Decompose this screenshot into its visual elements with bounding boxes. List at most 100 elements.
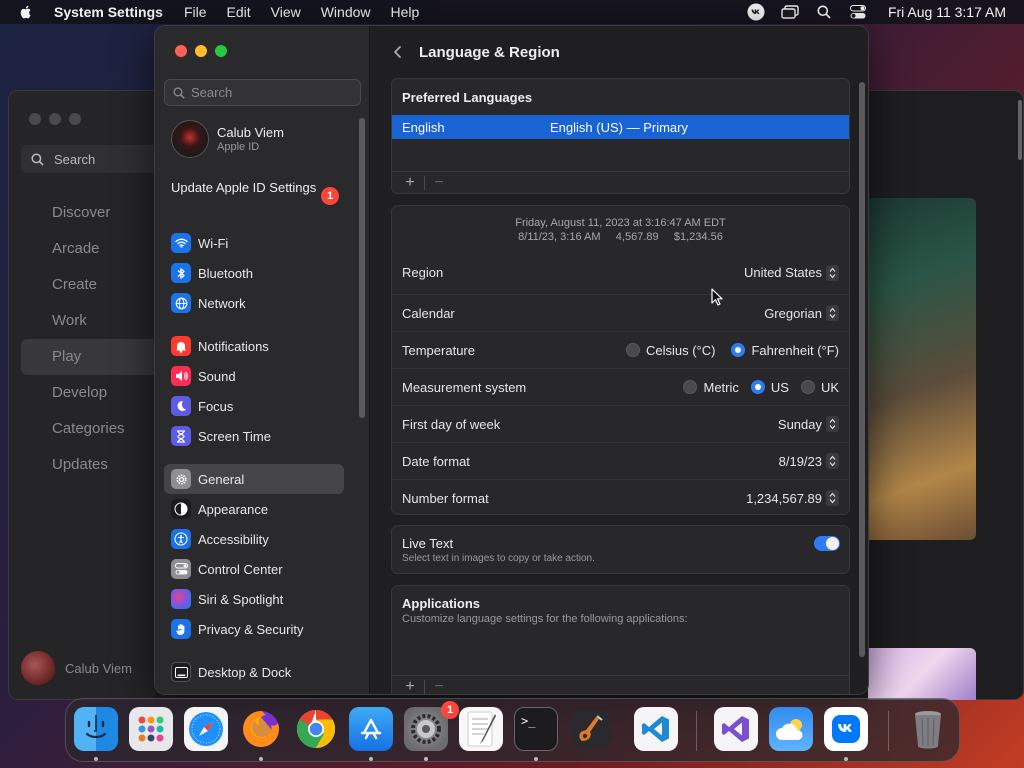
background-nav-categories[interactable]: Categories [21, 411, 161, 447]
background-nav-arcade[interactable]: Arcade [21, 231, 161, 267]
apple-id-profile[interactable]: Calub Viem Apple ID [171, 120, 284, 158]
background-user[interactable]: Calub Viem [21, 651, 132, 685]
accessibility-icon [171, 529, 191, 549]
firefox-icon[interactable] [239, 707, 283, 751]
textedit-icon[interactable] [459, 707, 503, 751]
sidebar-scrollbar[interactable] [359, 118, 365, 418]
background-nav-work[interactable]: Work [21, 303, 161, 339]
sidebar-item-label: Wi-Fi [198, 235, 229, 251]
background-traffic-lights [29, 113, 81, 125]
number-format-select[interactable]: 1,234,567.89 [746, 490, 839, 506]
radio-celsius[interactable]: Celsius (°C) [625, 343, 715, 358]
sidebar-item-general[interactable]: General [164, 464, 344, 494]
launchpad-icon[interactable] [129, 707, 173, 751]
sidebar-item-focus[interactable]: Focus [164, 391, 344, 421]
temperature-row: Temperature Celsius (°C) Fahrenheit (°F) [392, 331, 849, 368]
radio-dot-selected [731, 343, 746, 357]
background-artwork-game[interactable] [868, 198, 976, 540]
background-nav-play[interactable]: Play [21, 339, 161, 375]
menu-edit[interactable]: Edit [227, 4, 251, 20]
close-window-button[interactable] [175, 45, 187, 57]
menu-help[interactable]: Help [391, 4, 420, 20]
number-format-row: Number format 1,234,567.89 [392, 479, 849, 516]
garageband-icon[interactable] [569, 707, 613, 751]
sidebar-item-accessibility[interactable]: Accessibility [164, 524, 344, 554]
add-application-button[interactable]: + [398, 678, 422, 695]
menu-window[interactable]: Window [321, 4, 371, 20]
content-scrollbar[interactable] [859, 82, 865, 657]
sidebar-item-bluetooth[interactable]: Bluetooth [164, 258, 344, 288]
preferred-languages-title: Preferred Languages [402, 90, 533, 105]
sidebar-item-siri-spotlight[interactable]: Siri & Spotlight [164, 584, 344, 614]
content-titlebar: Language & Region [371, 26, 868, 78]
sidebar-item-appearance[interactable]: Appearance [164, 494, 344, 524]
windows-status-icon[interactable] [780, 4, 800, 20]
region-select[interactable]: United States [744, 264, 839, 281]
visual-studio-icon[interactable] [714, 707, 758, 751]
sidebar-item-privacy-security[interactable]: Privacy & Security [164, 614, 344, 644]
background-nav-create[interactable]: Create [21, 267, 161, 303]
menu-view[interactable]: View [271, 4, 301, 20]
trash-icon[interactable] [906, 707, 950, 751]
sidebar-item-sound[interactable]: Sound [164, 361, 344, 391]
chrome-icon[interactable] [294, 707, 338, 751]
vk-icon[interactable] [824, 707, 868, 751]
terminal-icon[interactable]: >_ [514, 707, 558, 751]
update-apple-id-item[interactable]: Update Apple ID Settings [171, 180, 341, 196]
sidebar-item-screen-time[interactable]: Screen Time [164, 421, 344, 451]
radio-uk[interactable]: UK [800, 380, 839, 395]
profile-subtitle: Apple ID [217, 141, 260, 153]
spotlight-search-icon[interactable] [814, 4, 834, 20]
background-scrollbar[interactable] [1018, 100, 1022, 160]
number-format-label: Number format [402, 490, 489, 506]
sidebar-item-desktop-dock[interactable]: Desktop & Dock [164, 657, 344, 687]
sidebar-group-notifications: Notifications Sound Focus Screen Time [164, 331, 344, 451]
menu-file[interactable]: File [184, 4, 207, 20]
background-nav-discover[interactable]: Discover [21, 195, 161, 231]
remove-language-button[interactable]: − [427, 174, 451, 192]
background-nav-develop[interactable]: Develop [21, 375, 161, 411]
vk-status-icon[interactable] [746, 3, 766, 21]
apple-menu-icon[interactable] [18, 4, 34, 20]
vscode-icon[interactable] [634, 707, 678, 751]
weather-icon[interactable] [769, 707, 813, 751]
background-search-field[interactable]: Search [21, 145, 161, 173]
sidebar-search-field [164, 79, 361, 106]
region-row: Region United States [392, 254, 849, 291]
hourglass-icon [171, 426, 191, 446]
sidebar-search-input[interactable] [191, 85, 351, 100]
language-row-english[interactable]: English English (US) — Primary [392, 115, 849, 139]
back-chevron-icon[interactable] [391, 45, 405, 59]
sidebar-item-wifi[interactable]: Wi-Fi [164, 228, 344, 258]
live-text-subtitle: Select text in images to copy or take ac… [402, 553, 595, 564]
safari-icon[interactable] [184, 707, 228, 751]
live-text-toggle[interactable] [814, 536, 840, 551]
menu-clock[interactable]: Fri Aug 11 3:17 AM [888, 4, 1006, 20]
control-center-icon[interactable] [848, 4, 868, 20]
sidebar-item-network[interactable]: Network [164, 288, 344, 318]
sidebar-item-notifications[interactable]: Notifications [164, 331, 344, 361]
update-badge: 1 [321, 187, 339, 205]
zoom-window-button[interactable] [215, 45, 227, 57]
radio-us[interactable]: US [750, 380, 789, 395]
add-language-button[interactable]: + [398, 174, 422, 192]
radio-metric[interactable]: Metric [683, 379, 739, 395]
finder-icon[interactable] [74, 707, 118, 751]
background-nav: Discover Arcade Create Work Play Develop… [21, 195, 161, 483]
remove-application-button[interactable]: − [427, 678, 451, 695]
background-artwork-banner[interactable] [868, 648, 976, 700]
app-store-icon[interactable] [349, 707, 393, 751]
date-format-select[interactable]: 8/19/23 [779, 453, 839, 469]
radio-label: Metric [703, 379, 739, 395]
preferred-languages-panel: Preferred Languages English English (US)… [391, 78, 850, 194]
minimize-window-button[interactable] [195, 45, 207, 57]
sidebar-item-control-center[interactable]: Control Center [164, 554, 344, 584]
running-indicator [424, 757, 428, 761]
calendar-select[interactable]: Gregorian [764, 305, 839, 321]
background-nav-updates[interactable]: Updates [21, 447, 161, 483]
temperature-label: Temperature [402, 342, 475, 358]
first-day-select[interactable]: Sunday [778, 416, 839, 432]
sidebar-item-label: Accessibility [198, 531, 269, 547]
menu-app-name[interactable]: System Settings [54, 4, 163, 20]
radio-fahrenheit[interactable]: Fahrenheit (°F) [731, 343, 839, 358]
